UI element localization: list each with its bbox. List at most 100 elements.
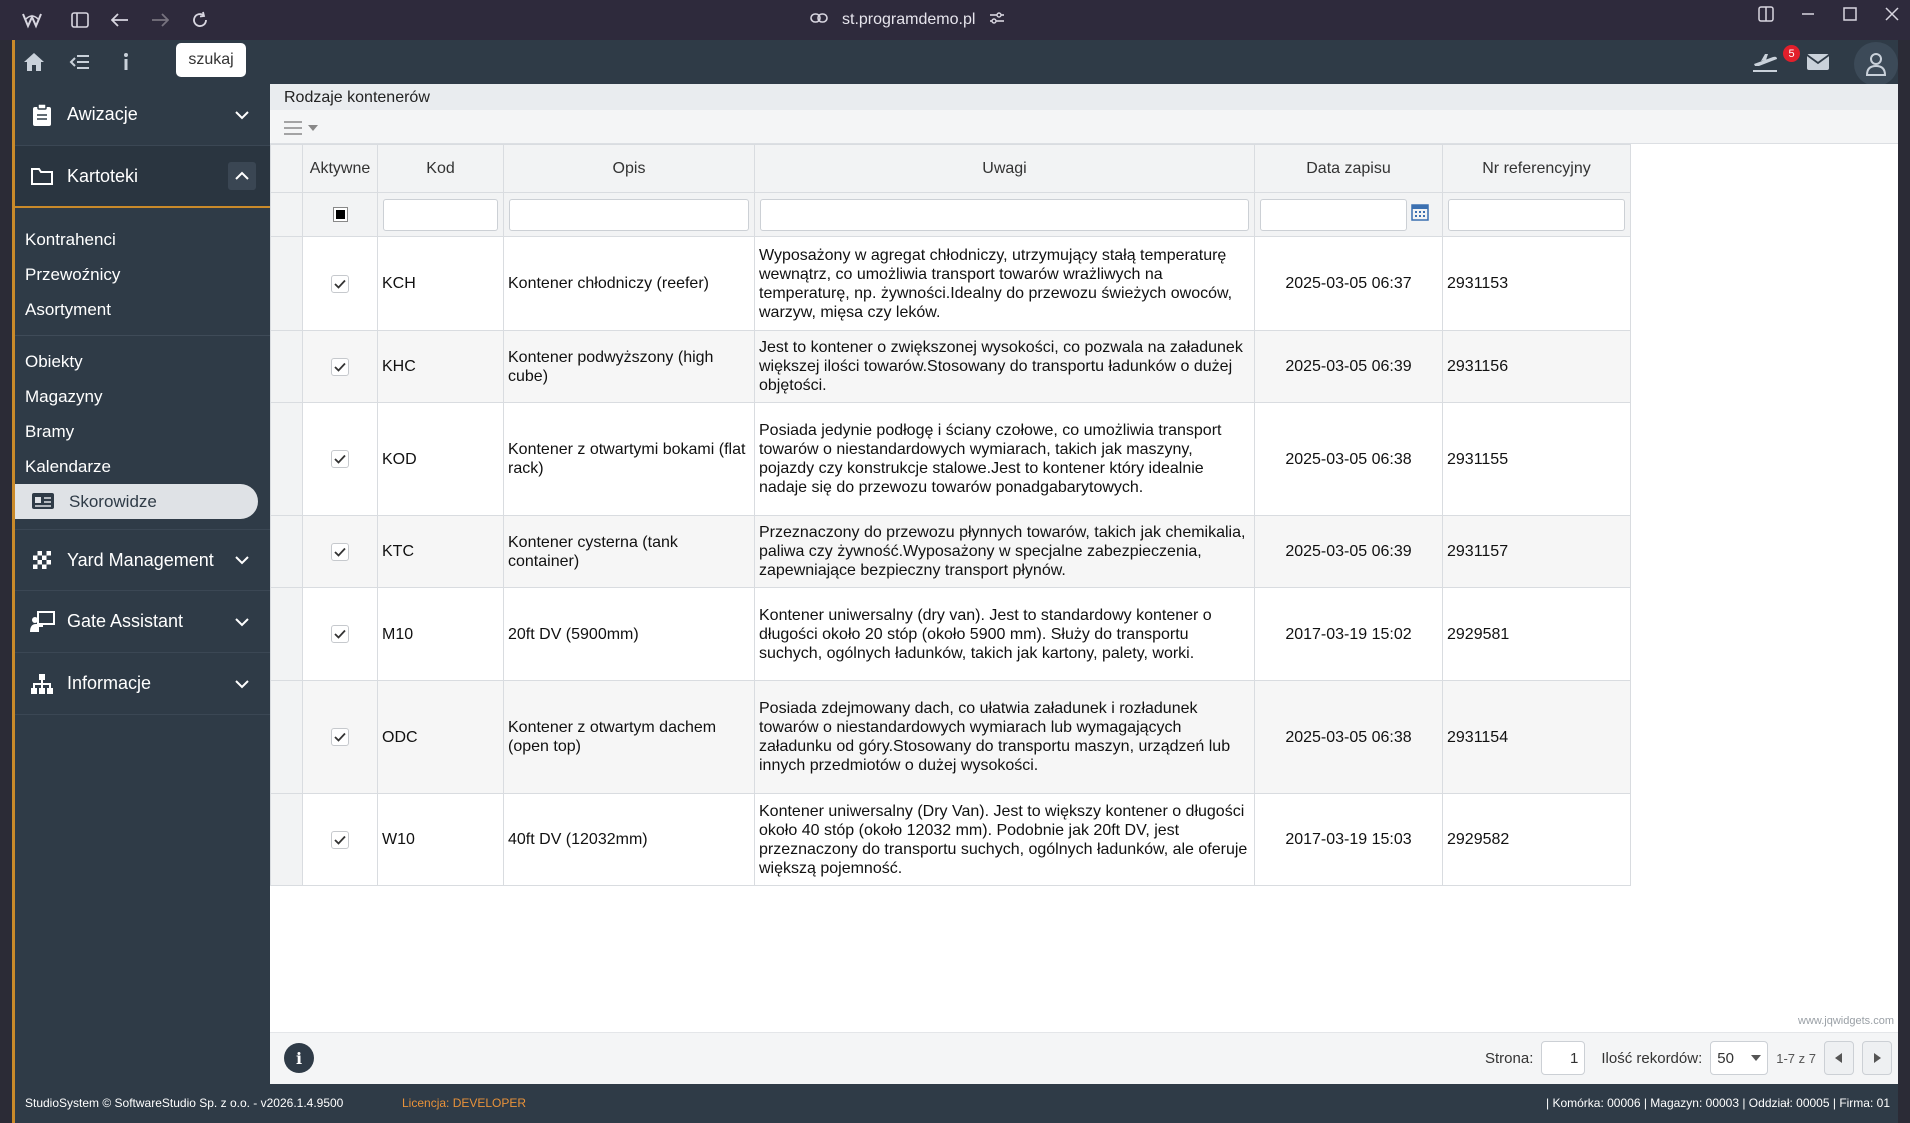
address-bar[interactable]: st.programdemo.pl: [810, 8, 1005, 32]
sidebar-item-skorowidze[interactable]: Skorowidze: [15, 484, 258, 519]
home-icon[interactable]: [19, 48, 49, 76]
sidebar-section-yard-management[interactable]: Yard Management: [15, 529, 270, 591]
arrow-left-icon: [1835, 1053, 1842, 1063]
pager: Strona: 1 Ilość rekordów: 50 1-7 z 7: [1485, 1041, 1892, 1075]
split-view-icon[interactable]: [1758, 6, 1774, 27]
cell-uwagi: Przeznaczony do przewozu płynnych towaró…: [754, 515, 1255, 588]
id-card-icon: [31, 492, 55, 515]
column-header-aktywne[interactable]: Aktywne: [302, 144, 378, 193]
table-row[interactable]: KCH Kontener chłodniczy (reefer) Wyposaż…: [270, 236, 1631, 331]
sidebar-section-gate-assistant[interactable]: Gate Assistant: [15, 591, 270, 653]
filter-aktywne[interactable]: [302, 192, 378, 237]
folder-icon: [29, 163, 55, 189]
caret-down-icon: [308, 125, 318, 131]
sidebar-item-obiekty[interactable]: Obiekty: [15, 344, 270, 379]
table-row[interactable]: ODC Kontener z otwartym dachem (open top…: [270, 680, 1631, 794]
calendar-icon[interactable]: [1411, 203, 1429, 226]
cell-opis: Kontener z otwartymi bokami (flat rack): [503, 402, 755, 516]
mail-count-badge: 5: [1783, 45, 1800, 62]
filter-opis-input[interactable]: [509, 198, 749, 231]
sidebar-submenu: Kontrahenci Przewoźnicy Asortyment Obiek…: [15, 208, 270, 529]
page-input[interactable]: 1: [1541, 1041, 1586, 1075]
hamburger-icon: [284, 121, 302, 135]
cell-data-zapisu: 2017-03-19 15:03: [1254, 793, 1443, 886]
info-button[interactable]: i: [284, 1043, 314, 1073]
filter-data-zapisu-input[interactable]: [1260, 198, 1407, 231]
chevron-down-icon[interactable]: [228, 101, 256, 129]
sidebar-item-label: Skorowidze: [69, 491, 157, 511]
column-header-opis[interactable]: Opis: [503, 144, 755, 193]
sidebar-item-magazyny[interactable]: Magazyny: [15, 379, 270, 414]
sidebar-section-awizacje[interactable]: Awizacje: [15, 84, 270, 146]
chevron-down-icon[interactable]: [228, 670, 256, 698]
record-range: 1-7 z 7: [1776, 1050, 1816, 1066]
chevron-up-icon[interactable]: [228, 162, 256, 190]
column-header-uwagi[interactable]: Uwagi: [754, 144, 1255, 193]
filter-aktywne-checkbox[interactable]: [332, 207, 348, 222]
cell-uwagi: Posiada zdejmowany dach, co ułatwia zała…: [754, 680, 1255, 794]
records-select[interactable]: 50: [1710, 1041, 1769, 1075]
column-header-kod[interactable]: Kod: [377, 144, 504, 193]
table-row[interactable]: W10 40ft DV (12032mm) Kontener uniwersal…: [270, 793, 1631, 886]
row-header: [270, 515, 303, 588]
filter-nr-referencyjny-input[interactable]: [1448, 198, 1625, 231]
minimize-icon[interactable]: [1800, 6, 1816, 27]
filter-uwagi-input[interactable]: [760, 198, 1249, 231]
chevron-down-icon[interactable]: [228, 608, 256, 636]
forward-icon[interactable]: [146, 6, 174, 34]
copyright-text: StudioSystem © SoftwareStudio Sp. z o.o.…: [25, 1096, 344, 1110]
chevron-down-icon[interactable]: [228, 546, 256, 574]
active-checkbox[interactable]: [331, 830, 349, 849]
sidebar-toggle-icon[interactable]: [66, 6, 94, 34]
active-checkbox[interactable]: [331, 274, 349, 293]
cell-opis: Kontener cysterna (tank container): [503, 515, 755, 588]
sidebar-item-bramy[interactable]: Bramy: [15, 414, 270, 449]
collapse-menu-icon[interactable]: [65, 48, 95, 76]
sidebar-section-kartoteki[interactable]: Kartoteki: [15, 146, 270, 208]
search-button[interactable]: szukaj: [176, 43, 246, 77]
row-header: [270, 793, 303, 886]
sidebar-section-informacje[interactable]: Informacje: [15, 653, 270, 715]
departure-icon[interactable]: [1750, 48, 1780, 76]
table-row[interactable]: KHC Kontener podwyższony (high cube) Jes…: [270, 330, 1631, 403]
prev-page-button[interactable]: [1824, 1041, 1854, 1075]
cell-data-zapisu: 2025-03-05 06:39: [1254, 330, 1443, 403]
sidebar-divider: [15, 335, 270, 336]
next-page-button[interactable]: [1862, 1041, 1892, 1075]
back-icon[interactable]: [106, 6, 134, 34]
column-header-nr-referencyjny[interactable]: Nr referencyjny: [1442, 144, 1631, 193]
column-menu-button[interactable]: [284, 119, 326, 137]
active-checkbox[interactable]: [331, 728, 349, 746]
filter-kod-input[interactable]: [383, 198, 498, 231]
url-text: st.programdemo.pl: [842, 11, 976, 28]
sidebar-item-kontrahenci[interactable]: Kontrahenci: [15, 222, 270, 257]
cell-nr-referencyjny: 2931156: [1442, 330, 1631, 403]
column-header-data-zapisu[interactable]: Data zapisu: [1254, 144, 1443, 193]
active-checkbox[interactable]: [331, 450, 349, 468]
mail-icon[interactable]: 5: [1783, 45, 1838, 76]
browser-toolbar: st.programdemo.pl: [0, 0, 1910, 40]
table-row[interactable]: KTC Kontener cysterna (tank container) P…: [270, 515, 1631, 588]
cell-opis: 40ft DV (12032mm): [503, 793, 755, 886]
cell-opis: 20ft DV (5900mm): [503, 587, 755, 681]
maximize-icon[interactable]: [1842, 6, 1858, 27]
sidebar-section-label: Gate Assistant: [67, 611, 184, 631]
browser-logo-icon[interactable]: [18, 6, 46, 34]
active-checkbox[interactable]: [331, 357, 349, 376]
site-settings-icon[interactable]: [989, 11, 1005, 30]
sidebar-item-przewoznicy[interactable]: Przewoźnicy: [15, 257, 270, 292]
table-row[interactable]: KOD Kontener z otwartymi bokami (flat ra…: [270, 402, 1631, 516]
active-checkbox[interactable]: [331, 625, 349, 643]
cell-data-zapisu: 2017-03-19 15:02: [1254, 587, 1443, 681]
sidebar-item-kalendarze[interactable]: Kalendarze: [15, 449, 270, 484]
license-text: Licencja: DEVELOPER: [402, 1096, 527, 1110]
close-icon[interactable]: [1884, 6, 1900, 27]
reload-icon[interactable]: [186, 6, 214, 34]
info-icon[interactable]: [111, 48, 141, 76]
table-row[interactable]: M10 20ft DV (5900mm) Kontener uniwersaln…: [270, 587, 1631, 681]
sidebar-item-asortyment[interactable]: Asortyment: [15, 292, 270, 327]
avatar[interactable]: [1854, 42, 1898, 86]
row-header: [270, 330, 303, 403]
sidebar-section-label: Informacje: [67, 673, 152, 693]
active-checkbox[interactable]: [331, 542, 349, 561]
